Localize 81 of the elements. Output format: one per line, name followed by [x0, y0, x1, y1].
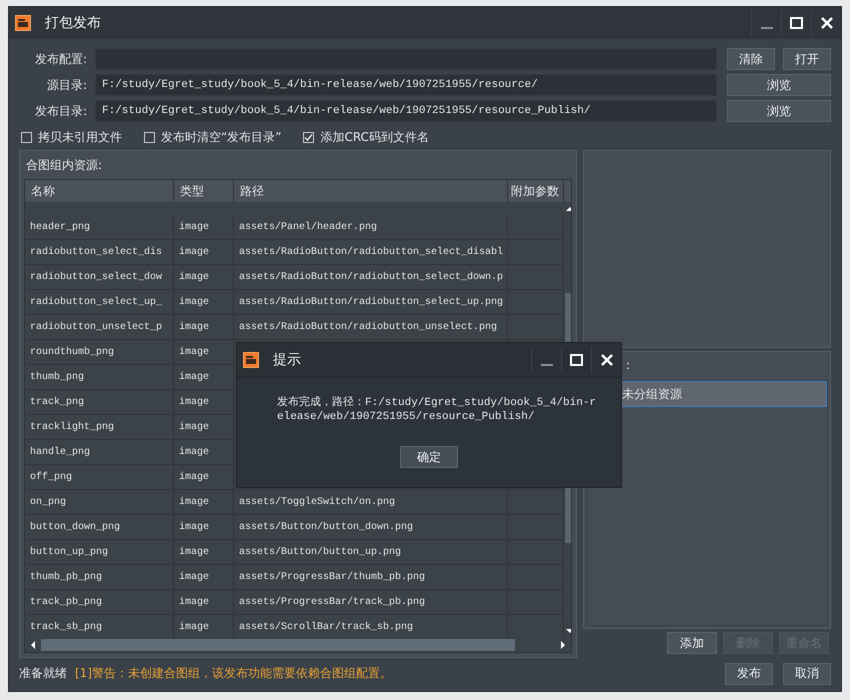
table-cell: image	[174, 365, 234, 389]
path-field[interactable]: F:/study/Egret_study/book_5_4/bin-release/web/1907251955/resource/	[95, 74, 717, 96]
dialog-button[interactable]: 取消	[783, 662, 831, 684]
table-cell: image	[174, 540, 234, 564]
table-cell: thumb_pb_png	[25, 565, 174, 589]
table-cell: image	[174, 515, 234, 539]
app-icon	[243, 352, 259, 368]
table-cell: radiobutton_select_up_	[25, 290, 174, 314]
table-cell: image	[174, 490, 234, 514]
action-button[interactable]: 打开	[783, 48, 831, 70]
table-cell: roundthumb_png	[25, 340, 174, 364]
table-cell: off_png	[25, 465, 174, 489]
table-cell: assets/Button/button_up.png	[234, 540, 508, 564]
table-cell: image	[174, 415, 234, 439]
checkbox[interactable]	[21, 132, 32, 142]
checkbox[interactable]	[303, 132, 314, 142]
dialog-button[interactable]: 发布	[725, 662, 773, 684]
column-header[interactable]: 附加参数	[508, 180, 564, 202]
table-cell: tracklight_png	[25, 415, 174, 439]
maximize-icon	[790, 17, 803, 29]
table-cell: radiobutton_select_dow	[25, 265, 174, 289]
table-cell: radiobutton_select_dis	[25, 240, 174, 264]
column-header[interactable]: 名称	[25, 180, 174, 202]
action-button[interactable]: 浏览	[727, 100, 831, 122]
table-cell: track_png	[25, 390, 174, 414]
table-cell: image	[174, 440, 234, 464]
column-header[interactable]: 类型	[174, 180, 234, 202]
table-cell: track_pb_png	[25, 590, 174, 614]
warning-text: [1]警告：未创建合图组，该发布功能需要依赖合图组配置。	[75, 665, 392, 682]
table-cell: image	[174, 390, 234, 414]
table-cell: header_png	[25, 215, 174, 239]
table-cell: image	[174, 465, 234, 489]
table-cell: image	[174, 340, 234, 364]
close-icon	[600, 354, 612, 366]
table-cell: thumb_png	[25, 365, 174, 389]
panel-title: :	[626, 357, 630, 374]
table-cell: assets/RadioButton/radiobutton_select_down.p	[234, 265, 508, 289]
table-cell: assets/Panel/header.png	[234, 215, 508, 239]
table-cell: on_png	[25, 490, 174, 514]
minimize-icon	[540, 364, 552, 366]
table-cell: assets/ProgressBar/thumb_pb.png	[234, 565, 508, 589]
option-label: 发布时清空“发布目录”	[161, 128, 282, 146]
table-cell: handle_png	[25, 440, 174, 464]
field-label: 发布配置:	[34, 50, 88, 68]
path-field[interactable]: F:/study/Egret_study/book_5_4/bin-release/web/1907251955/resource_Publish/	[95, 100, 717, 122]
checkbox[interactable]	[144, 132, 155, 142]
column-header[interactable]: 路径	[234, 180, 508, 202]
table-cell: radiobutton_unselect_p	[25, 315, 174, 339]
close-icon	[820, 17, 832, 29]
table-cell: image	[174, 215, 234, 239]
table-cell: button_down_png	[25, 515, 174, 539]
table-cell: image	[174, 590, 234, 614]
table-cell: image	[174, 290, 234, 314]
table-cell: image	[174, 565, 234, 589]
app-icon	[15, 15, 31, 31]
table-cell: assets/RadioButton/radiobutton_select_up.png	[234, 290, 508, 314]
dialog-title: 提示	[273, 351, 301, 369]
action-button[interactable]: 浏览	[727, 74, 831, 96]
option-label: 添加CRC码到文件名	[320, 128, 429, 146]
group-button[interactable]: 添加	[667, 632, 717, 654]
maximize-icon	[570, 354, 583, 366]
minimize-icon	[760, 26, 772, 28]
table-cell: assets/RadioButton/radiobutton_select_disabl	[234, 240, 508, 264]
option-label: 拷贝未引用文件	[38, 128, 122, 146]
table-cell: assets/RadioButton/radiobutton_unselect.png	[234, 315, 508, 339]
window-title: 打包发布	[45, 14, 101, 32]
scroll-left-icon	[29, 640, 37, 650]
status-text: 准备就绪	[19, 665, 67, 682]
field-label: 源目录:	[46, 76, 88, 94]
table-cell: button_up_png	[25, 540, 174, 564]
field-label: 发布目录:	[34, 102, 88, 120]
scroll-right-icon	[559, 640, 567, 650]
table-cell: assets/ToggleSwitch/on.png	[234, 490, 508, 514]
ok-button[interactable]: 确定	[400, 446, 458, 468]
table-cell: assets/Button/button_down.png	[234, 515, 508, 539]
table-cell: image	[174, 265, 234, 289]
table-cell: image	[174, 315, 234, 339]
table-cell: assets/ProgressBar/track_pb.png	[234, 590, 508, 614]
panel-title: 合图组内资源:	[25, 157, 104, 174]
action-button[interactable]: 清除	[727, 48, 775, 70]
table-cell: image	[174, 240, 234, 264]
